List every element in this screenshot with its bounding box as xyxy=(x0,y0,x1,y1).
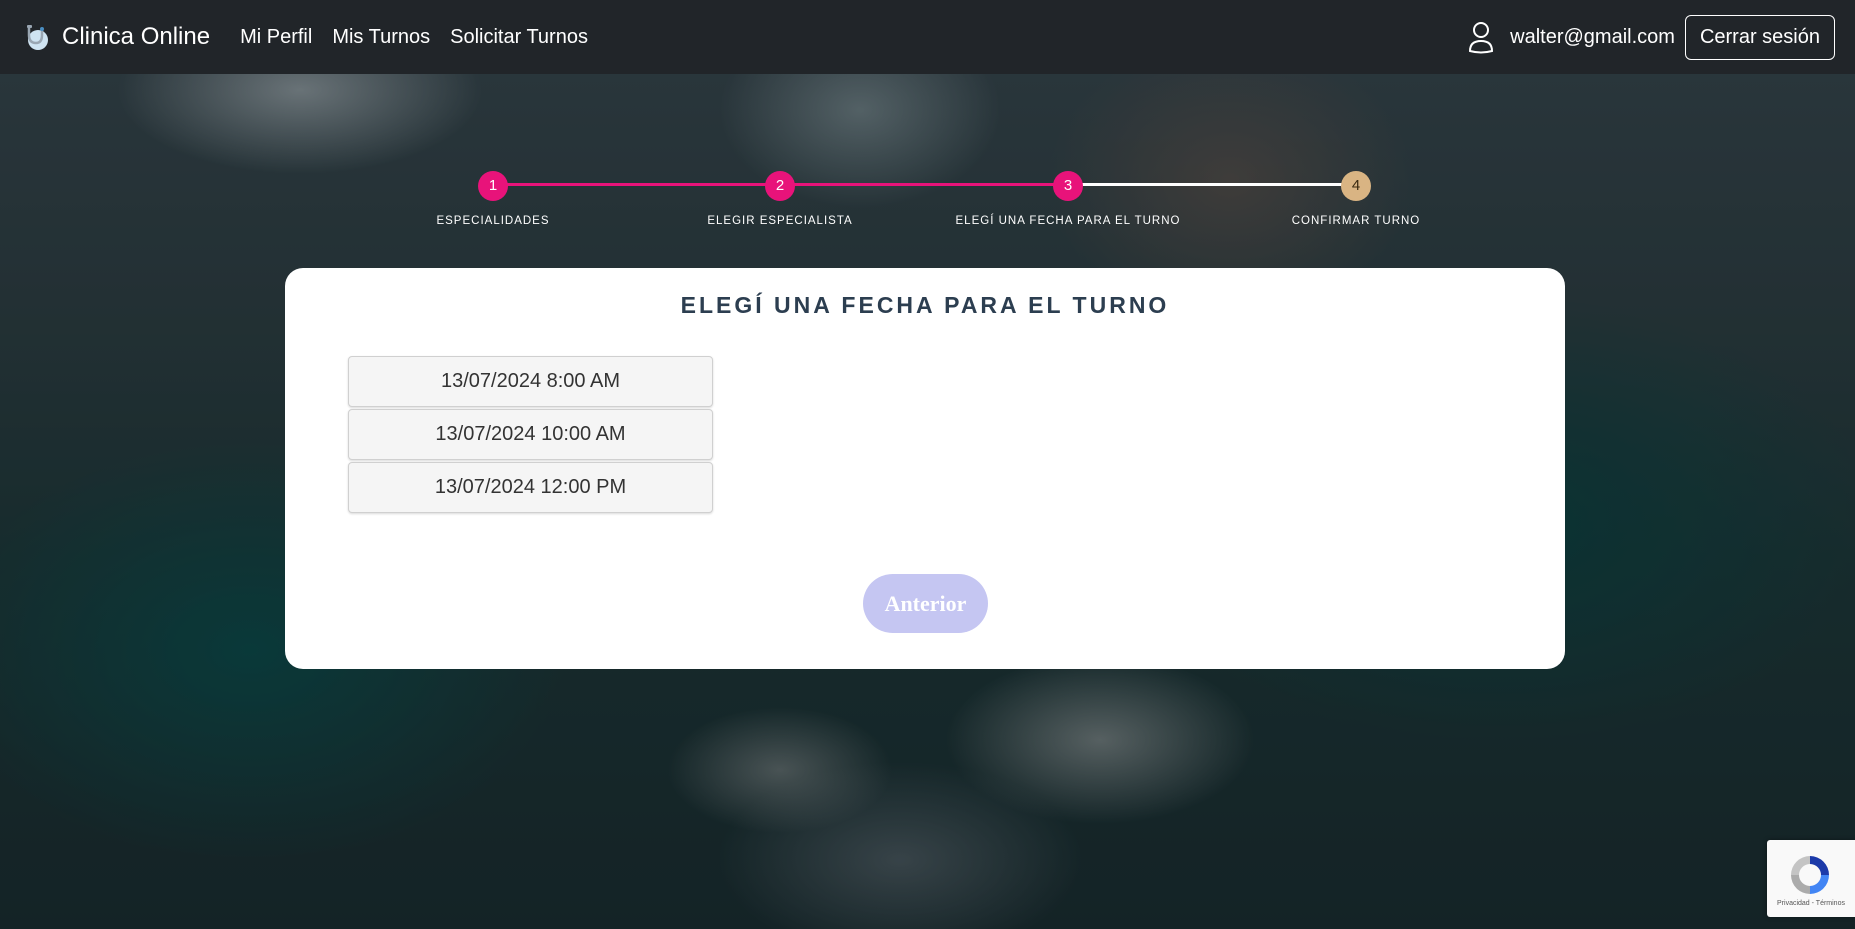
date-selection-card: ELEGÍ UNA FECHA PARA EL TURNO 13/07/2024… xyxy=(285,268,1565,669)
stepper-line-3 xyxy=(1068,183,1356,186)
slot-button-1[interactable]: 13/07/2024 8:00 AM xyxy=(348,356,713,407)
stepper: 1 2 3 4 ESPECIALIDADES ELEGIR ESPECIALIS… xyxy=(0,0,1855,240)
previous-button[interactable]: Anterior xyxy=(863,574,988,633)
stepper-line-1 xyxy=(492,183,780,186)
card-title: ELEGÍ UNA FECHA PARA EL TURNO xyxy=(680,292,1170,318)
step-3-label: ELEGÍ UNA FECHA PARA EL TURNO xyxy=(955,215,1181,227)
slot-button-3[interactable]: 13/07/2024 12:00 PM xyxy=(348,462,713,513)
slot-button-2[interactable]: 13/07/2024 10:00 AM xyxy=(348,409,713,460)
step-4-label: CONFIRMAR TURNO xyxy=(1291,215,1421,227)
step-4-dot: 4 xyxy=(1341,171,1371,201)
slot-list: 13/07/2024 8:00 AM 13/07/2024 10:00 AM 1… xyxy=(348,356,713,515)
step-1-label: ESPECIALIDADES xyxy=(436,215,550,227)
recaptcha-icon xyxy=(1787,852,1833,898)
step-2-label: ELEGIR ESPECIALISTA xyxy=(707,215,853,227)
step-2-dot: 2 xyxy=(765,171,795,201)
stepper-line-2 xyxy=(780,183,1068,186)
recaptcha-badge[interactable]: Privacidad - Términos xyxy=(1767,840,1855,917)
step-1-dot: 1 xyxy=(478,171,508,201)
recaptcha-text: Privacidad - Términos xyxy=(1777,900,1845,907)
step-3-dot: 3 xyxy=(1053,171,1083,201)
